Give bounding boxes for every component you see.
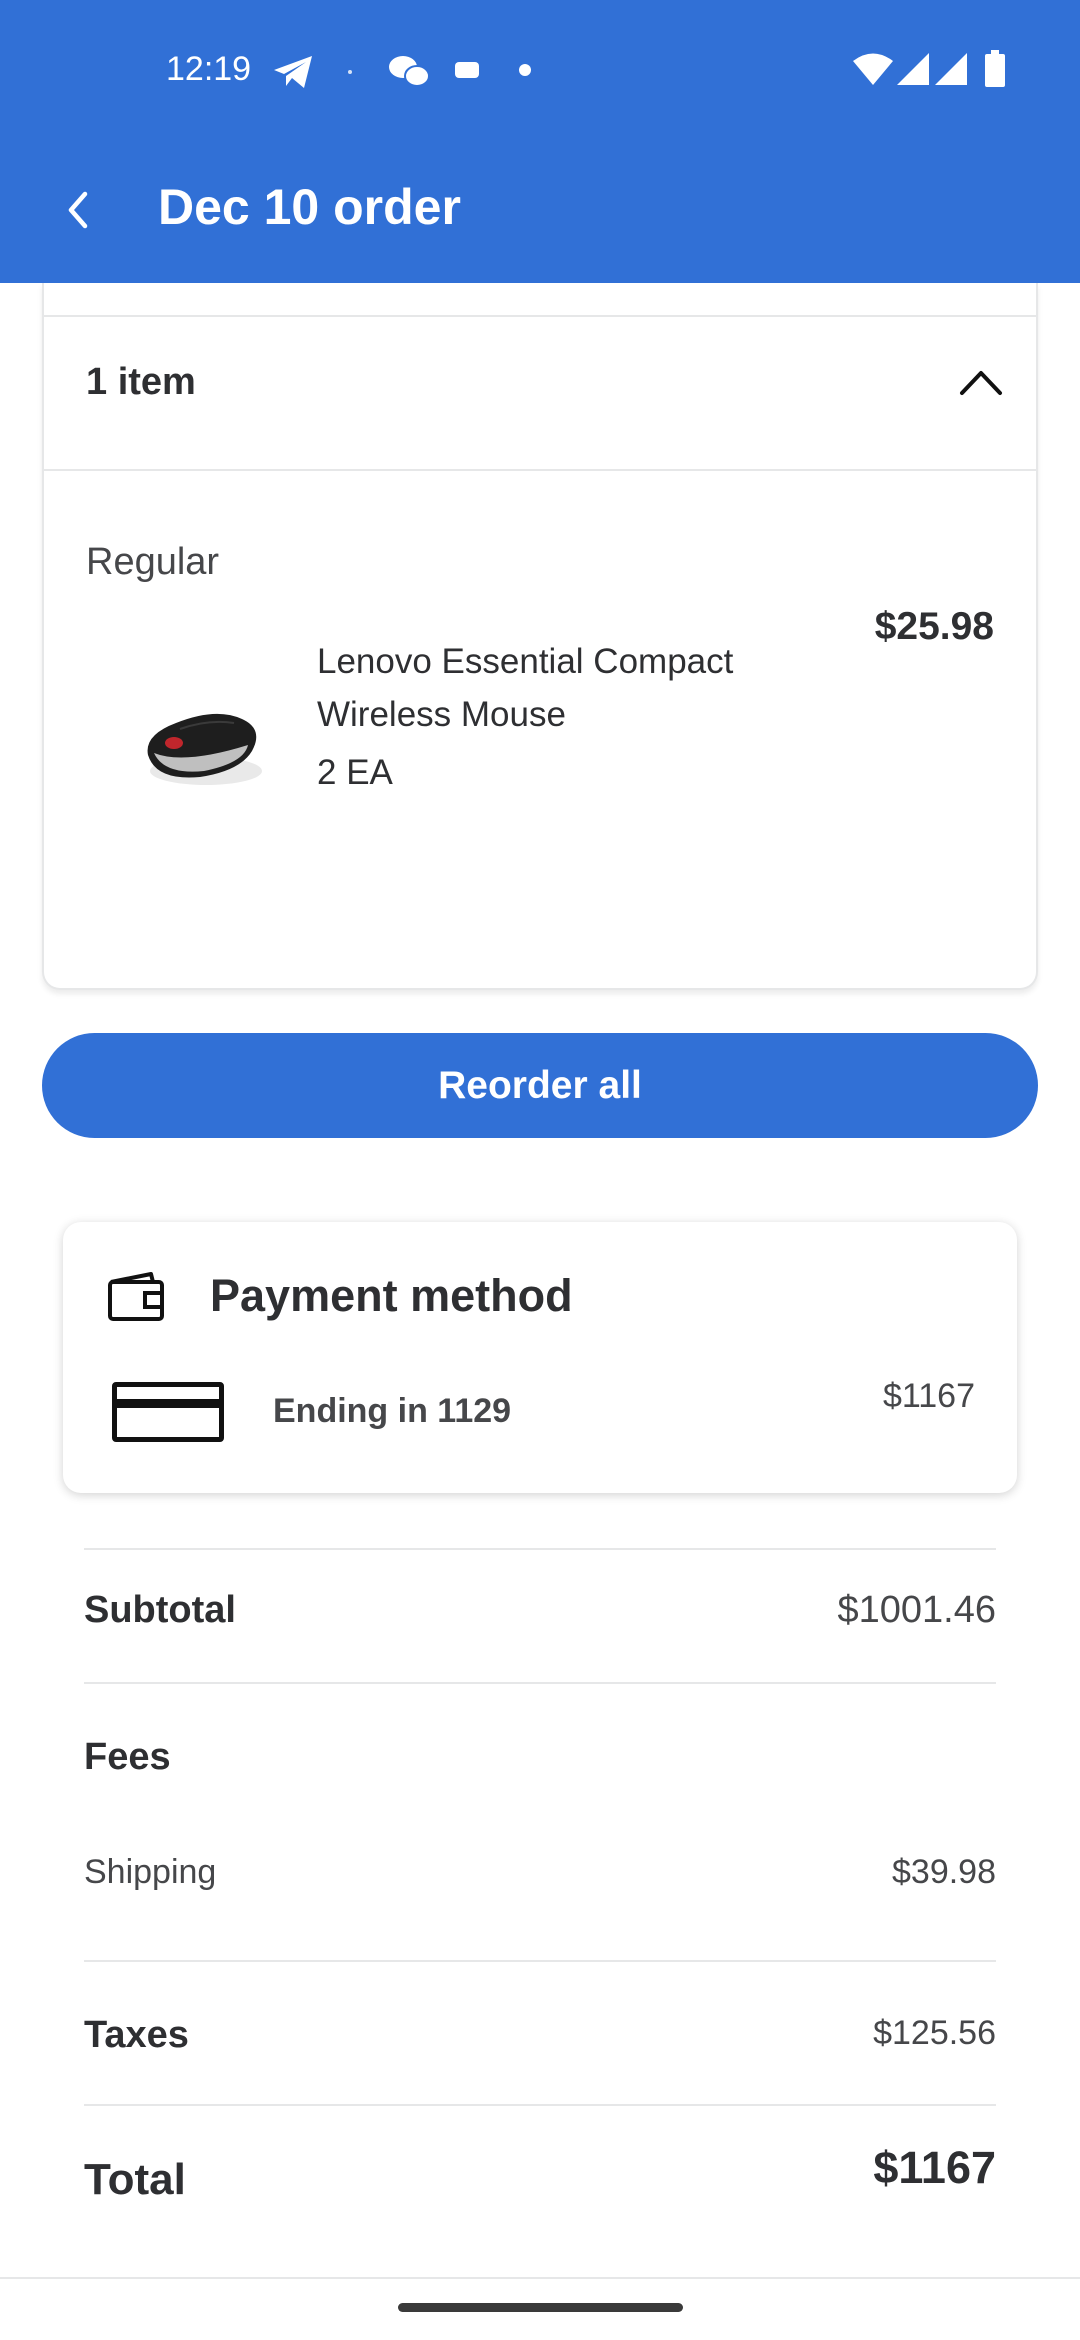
payment-method-card: Payment method Ending in 1129 $1167 bbox=[63, 1222, 1017, 1493]
card-ending-label: Ending in 1129 bbox=[273, 1392, 512, 1430]
dot-icon bbox=[519, 64, 531, 76]
total-label: Total bbox=[84, 2155, 186, 2204]
home-indicator[interactable] bbox=[398, 2303, 683, 2312]
product-image[interactable] bbox=[124, 673, 284, 803]
wifi-icon bbox=[853, 53, 893, 85]
back-arrow-icon bbox=[68, 191, 88, 229]
divider bbox=[0, 2277, 1080, 2279]
divider bbox=[44, 315, 1036, 317]
signal-icon bbox=[935, 53, 967, 85]
total-value: $1167 bbox=[873, 2142, 996, 2193]
telegram-icon bbox=[274, 56, 312, 88]
shipping-label: Shipping bbox=[84, 1853, 217, 1891]
items-count-header[interactable]: 1 item bbox=[86, 361, 196, 404]
fees-label: Fees bbox=[84, 1736, 171, 1778]
reorder-all-button[interactable]: Reorder all bbox=[42, 1033, 1038, 1138]
wallet-icon bbox=[108, 1272, 164, 1321]
subtotal-value: $1001.46 bbox=[837, 1589, 997, 1631]
battery-icon bbox=[985, 50, 1005, 87]
divider bbox=[84, 1960, 996, 1962]
divider bbox=[84, 2104, 996, 2106]
product-name[interactable]: Lenovo Essential Compact Wireless Mouse bbox=[317, 635, 797, 741]
app-header: 12:19 Dec 10 order bbox=[0, 0, 1080, 283]
card-charge-amount: $1167 bbox=[882, 1377, 975, 1415]
dot-icon bbox=[348, 70, 352, 74]
divider bbox=[44, 469, 1036, 471]
divider bbox=[84, 1682, 996, 1684]
taxes-value: $125.56 bbox=[873, 2014, 996, 2052]
message-icon bbox=[455, 62, 479, 78]
wechat-icon bbox=[389, 56, 430, 87]
back-button[interactable] bbox=[52, 180, 102, 240]
page-title: Dec 10 order bbox=[158, 179, 461, 235]
product-quantity: 2 EA bbox=[317, 753, 393, 792]
order-items-card: 1 item Regular Lenovo Essential Compact … bbox=[42, 283, 1038, 990]
divider bbox=[84, 1548, 996, 1550]
status-time: 12:19 bbox=[166, 50, 252, 88]
credit-card-icon bbox=[112, 1382, 224, 1442]
signal-icon bbox=[897, 53, 929, 85]
fulfillment-group-label: Regular bbox=[86, 541, 220, 583]
shipping-value: $39.98 bbox=[892, 1853, 996, 1891]
status-bar: 12:19 bbox=[0, 0, 1080, 140]
subtotal-label: Subtotal bbox=[84, 1589, 236, 1631]
payment-method-title: Payment method bbox=[210, 1270, 573, 1321]
product-price: $25.98 bbox=[874, 605, 994, 648]
taxes-label: Taxes bbox=[84, 2014, 189, 2056]
chevron-up-icon[interactable] bbox=[956, 361, 1006, 401]
